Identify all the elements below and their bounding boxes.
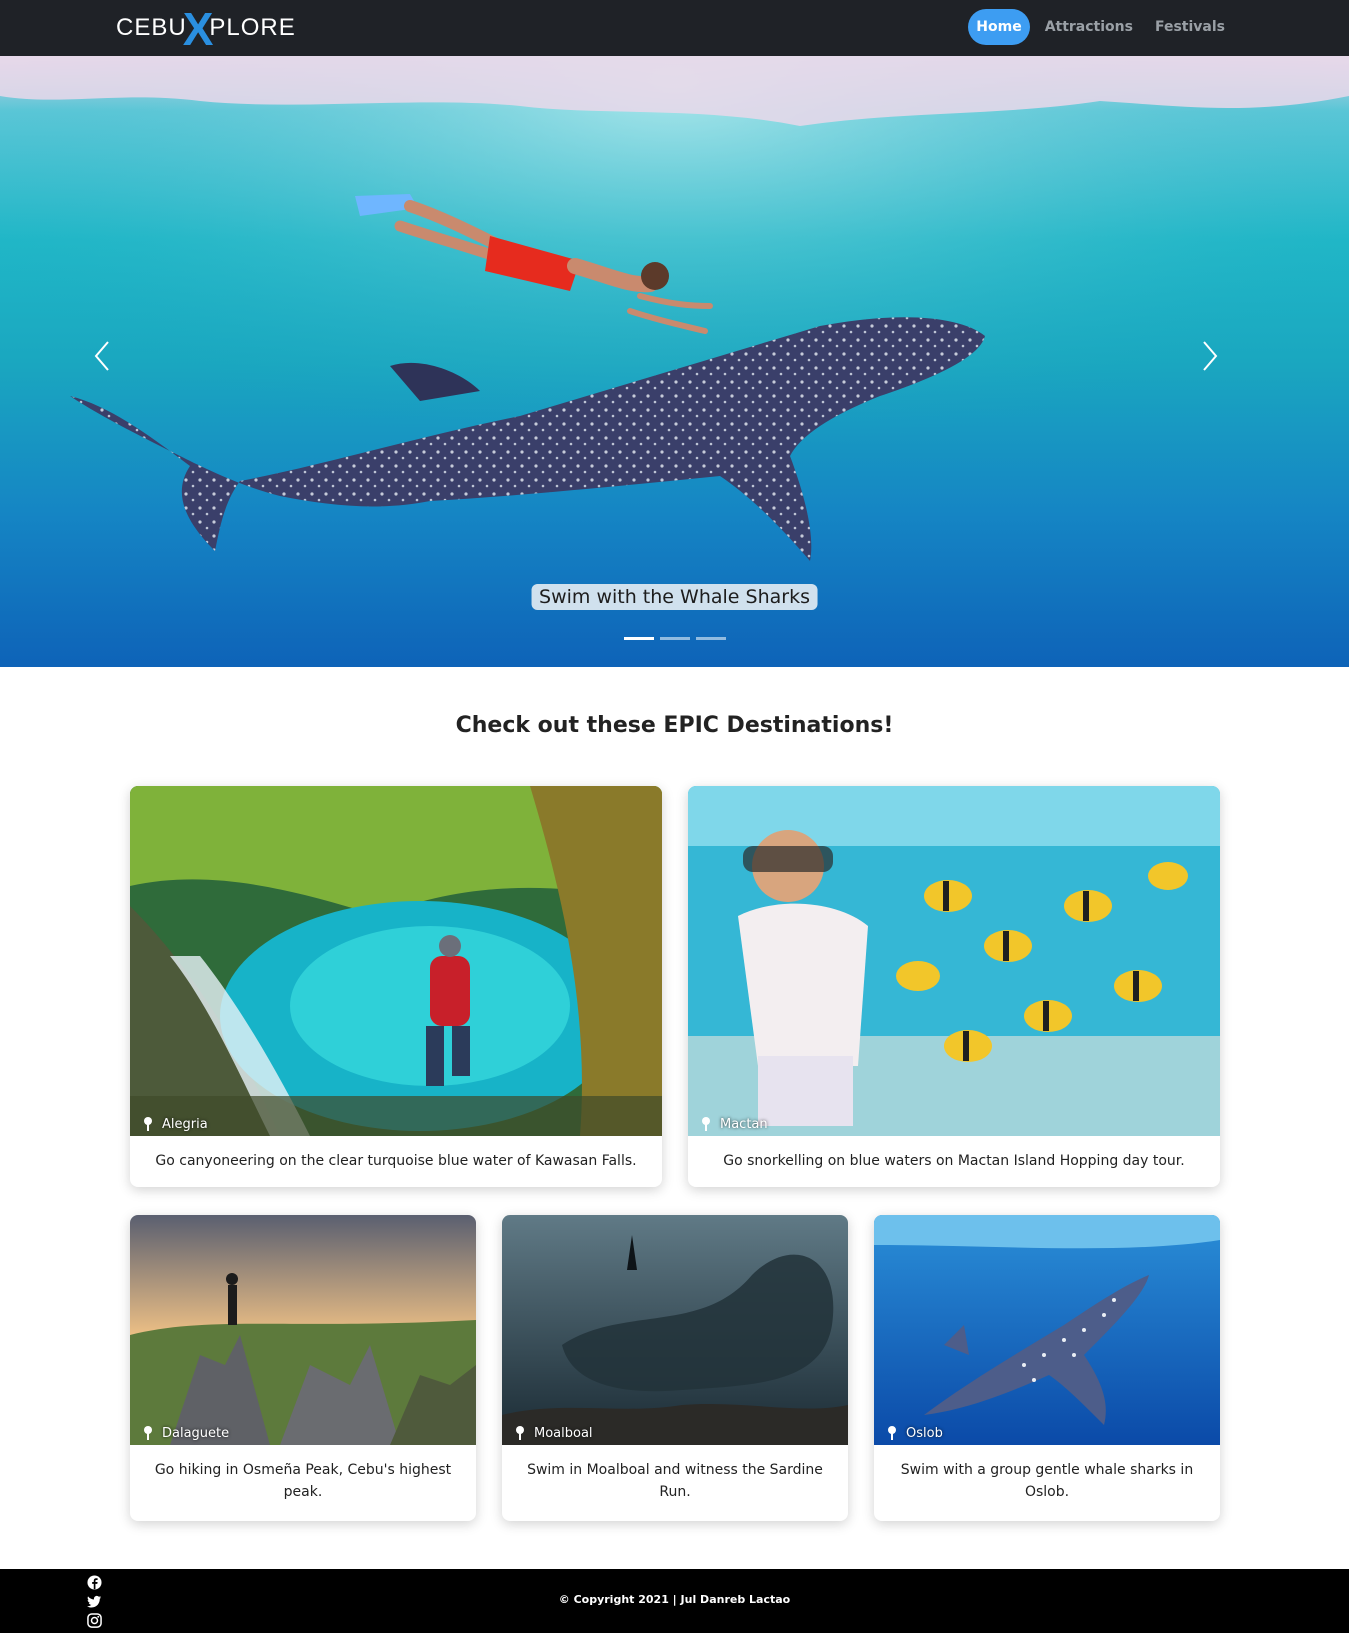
card-location: Oslob [886,1425,943,1441]
carousel-indicators [624,637,726,640]
hero-carousel: Swim with the Whale Sharks [0,56,1349,667]
card-description: Swim in Moalboal and witness the Sardine… [527,1462,823,1500]
carousel-next-button[interactable] [1194,336,1224,376]
carousel-indicator-2[interactable] [660,637,690,640]
location-pin-icon [888,1426,896,1440]
brand-logo[interactable]: CEBU X PLORE [116,3,296,55]
card-location-label: Moalboal [534,1425,593,1441]
facebook-icon[interactable] [87,1575,102,1590]
nav-attractions[interactable]: Attractions [1038,9,1140,45]
destination-card-moalboal[interactable]: Moalboal Swim in Moalboal and witness th… [502,1215,848,1521]
copyright-text: © Copyright 2021 | Jul Danreb Lactao [558,1593,791,1606]
card-location: Dalaguete [142,1425,229,1441]
location-pin-icon [516,1426,524,1440]
card-image: Alegria [130,786,662,1136]
card-image: Dalaguete [130,1215,476,1445]
location-pin-icon [702,1117,710,1131]
card-location-label: Dalaguete [162,1425,230,1441]
destination-card-alegria[interactable]: Alegria Go canyoneering on the clear tur… [130,786,662,1187]
nav-festivals[interactable]: Festivals [1148,9,1232,45]
card-description: Swim with a group gentle whale sharks in… [900,1462,1194,1500]
chevron-left-icon [94,341,109,371]
destination-card-dalaguete[interactable]: Dalaguete Go hiking in Osmeña Peak, Cebu… [130,1215,476,1521]
card-image: Mactan [688,786,1220,1136]
instagram-icon[interactable] [87,1613,102,1628]
card-location-label: Oslob [906,1425,943,1441]
card-image: Oslob [874,1215,1220,1445]
card-description: Go hiking in Osmeña Peak, Cebu's highest… [154,1462,452,1500]
top-navbar: CEBU X PLORE Home Attractions Festivals [0,0,1349,56]
hero-image-whale-shark [0,56,1349,667]
section-title: Check out these EPIC Destinations! [455,713,894,738]
brand-text-right: PLORE [209,14,296,41]
destination-card-mactan[interactable]: Mactan Go snorkelling on blue waters on … [688,786,1220,1187]
carousel-caption: Swim with the Whale Sharks [531,584,818,610]
footer: © Copyright 2021 | Jul Danreb Lactao [0,1569,1349,1633]
brand-text-x: X [182,3,214,55]
carousel-indicator-3[interactable] [696,637,726,640]
carousel-prev-button[interactable] [88,336,118,376]
main-nav: Home Attractions Festivals [968,9,1232,45]
nav-home[interactable]: Home [968,9,1030,45]
card-image: Moalboal [502,1215,848,1445]
card-location: Alegria [142,1116,208,1132]
card-location-label: Alegria [162,1116,208,1132]
carousel-indicator-1[interactable] [624,637,654,640]
card-location: Moalboal [514,1425,593,1441]
destination-card-oslob[interactable]: Oslob Swim with a group gentle whale sha… [874,1215,1220,1521]
brand-text-left: CEBU [116,14,187,41]
card-location: Mactan [700,1116,768,1132]
card-description: Go snorkelling on blue waters on Mactan … [723,1153,1185,1169]
card-location-label: Mactan [720,1116,768,1132]
location-pin-icon [144,1117,152,1131]
location-pin-icon [144,1426,152,1440]
chevron-right-icon [1203,341,1218,371]
card-description: Go canyoneering on the clear turquoise b… [155,1153,637,1169]
